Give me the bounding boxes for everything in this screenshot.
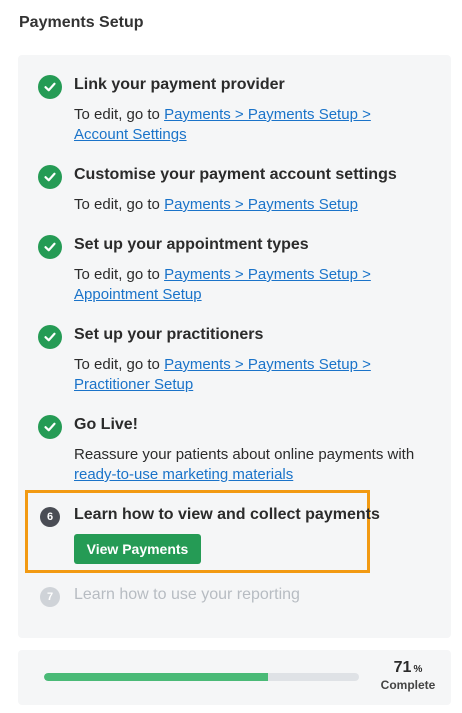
step-title: Set up your practitioners — [74, 326, 264, 343]
step-number-badge: 7 — [40, 587, 60, 607]
check-circle-icon — [38, 165, 62, 189]
progress-bar — [44, 673, 359, 681]
check-circle-icon — [38, 75, 62, 99]
check-circle-icon — [38, 325, 62, 349]
step-title: Learn how to use your reporting — [74, 586, 300, 603]
payments-setup-link[interactable]: Payments > Payments Setup — [164, 196, 358, 213]
marketing-materials-link[interactable]: ready-to-use marketing materials — [74, 466, 293, 483]
step-title: Learn how to view and collect payments — [74, 506, 380, 523]
progress-percentage: 71% Complete — [373, 659, 443, 692]
view-payments-button[interactable]: View Payments — [74, 534, 201, 564]
page-title: Payments Setup — [19, 14, 144, 31]
step-description: To edit, go to Payments > Payments Setup — [74, 196, 358, 213]
step-description: To edit, go to Payments > Payments Setup… — [74, 266, 371, 303]
step-description: To edit, go to Payments > Payments Setup… — [74, 356, 371, 393]
step-title: Customise your payment account settings — [74, 166, 397, 183]
step-title: Link your payment provider — [74, 76, 285, 93]
step-description: Reassure your patients about online paym… — [74, 446, 415, 483]
step-description: To edit, go to Payments > Payments Setup… — [74, 106, 371, 143]
step-title: Set up your appointment types — [74, 236, 309, 253]
progress-value: 71 — [393, 659, 412, 676]
step-title: Go Live! — [74, 416, 139, 433]
progress-label: Complete — [380, 678, 436, 692]
progress-bar-fill — [44, 673, 268, 681]
check-circle-icon — [38, 235, 62, 259]
step-number-badge: 6 — [40, 507, 60, 527]
percent-symbol: % — [413, 664, 423, 675]
progress-panel: 71% Complete — [18, 650, 451, 705]
check-circle-icon — [38, 415, 62, 439]
